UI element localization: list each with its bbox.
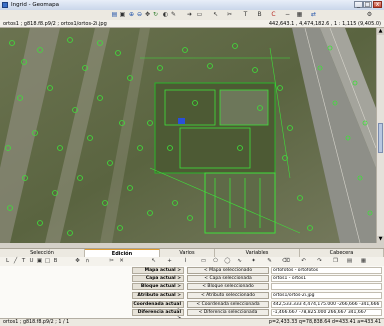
erase-icon[interactable]: ⌫ [282, 258, 290, 265]
delete-icon[interactable]: ✕ [118, 258, 125, 265]
path-bar: ortos1 ; g818.f8.p9/2 ; ortos1/ortos-2i.… [0, 20, 384, 28]
bold-icon[interactable]: B [256, 11, 263, 18]
diferencia-seleccionada-button[interactable]: < Diferencia seleccionada [187, 309, 269, 316]
save-icon[interactable]: ▣ [119, 11, 126, 18]
capa-seleccionada-button[interactable]: < Capa seleccionada [187, 275, 269, 282]
zoom-out-icon[interactable]: ⊖ [136, 11, 143, 18]
line-icon[interactable]: ╱ [12, 258, 19, 265]
text-icon[interactable]: T [242, 11, 249, 18]
atributo-seleccionado-button[interactable]: < Atributo seleccionado [187, 292, 269, 299]
grid-icon[interactable]: ▦ [296, 11, 303, 18]
orthophoto-map[interactable] [0, 28, 376, 243]
mapa-seleccionado-button[interactable]: < Mapa seleccionado [187, 267, 269, 274]
atributo-value-field[interactable]: ortos1/ortos-2i.jpg [271, 292, 382, 299]
redo-icon[interactable]: ↷ [316, 258, 323, 265]
atributo-actual-label[interactable]: Atributo actual > [132, 292, 184, 299]
minus-icon[interactable]: − [284, 11, 291, 18]
scroll-down-icon[interactable]: ▼ [377, 236, 384, 243]
edit-panel: Mapa actual > < Mapa seleccionado ortofo… [0, 266, 384, 321]
close-button[interactable]: x [373, 1, 382, 8]
selected-marker [178, 118, 185, 124]
text-tool-icon[interactable]: T [20, 258, 27, 265]
bloque-value-field[interactable] [271, 283, 382, 290]
rectangle-icon[interactable]: ▭ [200, 258, 207, 265]
row-coordenada: Coordenada actual > < Coordenada selecci… [0, 301, 384, 313]
capa-value-field[interactable]: ortos1 - ortos1 [271, 275, 382, 282]
row-capa: Capa actual > < Capa seleccionada ortos1… [0, 275, 384, 283]
diferencia-value-field[interactable]: -1,466.667 -78,825.000 266,667 341,667 [271, 309, 382, 316]
maximize-button[interactable]: □ [363, 1, 372, 8]
tool-icon[interactable]: ✂ [226, 11, 233, 18]
row-bloque: Bloque actual > < Bloque seleccionado [0, 283, 384, 291]
window-title: Ingrid - Geomapa [11, 2, 59, 8]
scroll-up-icon[interactable]: ▲ [377, 28, 384, 35]
cursor-icon[interactable]: ↖ [212, 11, 219, 18]
mapa-actual-label[interactable]: Mapa actual > [132, 267, 184, 274]
row-atributo: Atributo actual > < Atributo seleccionad… [0, 292, 384, 300]
curve-icon[interactable]: ∿ [236, 258, 243, 265]
undo-icon[interactable]: ↶ [300, 258, 307, 265]
underline-icon[interactable]: U [28, 258, 35, 265]
paste-icon[interactable]: ▤ [346, 258, 353, 265]
pencil-icon[interactable]: ✎ [170, 11, 177, 18]
image-icon[interactable]: ▣ [36, 258, 43, 265]
bold-tool-icon[interactable]: B [52, 258, 59, 265]
vertical-scrollbar[interactable]: ▲ ▼ [376, 28, 384, 243]
mapa-value-field[interactable]: ortofotos - ortofotos [271, 267, 382, 274]
row-diferencia: Diferencia actual > < Diferencia selecci… [0, 309, 384, 321]
scroll-thumb[interactable] [378, 123, 383, 153]
edit-node-icon[interactable]: ✎ [266, 258, 273, 265]
cut-icon[interactable]: ✂ [108, 258, 115, 265]
minimize-button[interactable]: _ [354, 1, 363, 8]
cursor-coordinates: 442,643.1 , 4,474,182.6 , 1 : 1,115 (9,4… [268, 20, 381, 27]
zoom-in-icon[interactable]: ⊕ [128, 11, 135, 18]
coordenada-actual-label[interactable]: Coordenada actual > [132, 301, 184, 313]
coordenada-value-field[interactable]: 442,533.333 4,474,175.000 -266,666 -341,… [271, 301, 382, 308]
status-bar: ortos1 ; g818.f8.p9/2 ; 1 / 1 p=2,433.33… [0, 318, 384, 326]
color-icon[interactable]: C [270, 11, 277, 18]
magnet-icon[interactable]: ∩ [84, 258, 91, 265]
navigation-icon[interactable]: ⇄ [310, 11, 317, 18]
pan-icon[interactable]: ✥ [144, 11, 151, 18]
row-mapa: Mapa actual > < Mapa seleccionado ortofo… [0, 267, 384, 275]
refresh-icon[interactable]: ↻ [152, 11, 159, 18]
open-icon[interactable]: ▤ [111, 11, 118, 18]
ruler-icon[interactable]: ▭ [196, 11, 203, 18]
pointer-icon[interactable]: ↖ [150, 258, 157, 265]
contrast-icon[interactable]: ◐ [162, 11, 169, 18]
polyline-icon[interactable]: ⌇ [182, 258, 189, 265]
box-icon[interactable]: □ [44, 258, 51, 265]
coordenada-seleccionada-button[interactable]: < Coordenada seleccionada [187, 301, 269, 308]
bloque-actual-label[interactable]: Bloque actual > [132, 283, 184, 290]
node-icon[interactable]: ✦ [250, 258, 257, 265]
app-window: Ingrid - Geomapa _ □ x ▤ ▣ ⊕ ⊖ ✥ ↻ ◐ ✎ ➜… [0, 0, 384, 326]
map-view[interactable] [0, 28, 376, 243]
app-icon [2, 2, 8, 8]
settings-icon[interactable]: ⚙ [366, 11, 373, 18]
copy-icon[interactable]: ❐ [332, 258, 339, 265]
status-metrics: p=2,433.33 q=78,838.64 d=433.41 a=433.41 [268, 320, 381, 325]
table-icon[interactable]: ▦ [360, 258, 367, 265]
capa-actual-label[interactable]: Capa actual > [132, 275, 184, 282]
align-left-icon[interactable]: L [4, 258, 11, 265]
circle-icon[interactable]: ◯ [224, 258, 231, 265]
move-icon[interactable]: ✥ [74, 258, 81, 265]
polygon-icon[interactable]: ⬠ [212, 258, 219, 265]
layer-path: ortos1 ; g818.f8.p9/2 ; ortos1/ortos-2i.… [3, 20, 107, 27]
bloque-seleccionado-button[interactable]: < Bloque seleccionado [187, 283, 269, 290]
add-point-icon[interactable]: + [166, 258, 173, 265]
status-layer: ortos1 ; g818.f8.p9/2 ; 1 / 1 [3, 320, 70, 325]
diferencia-actual-label[interactable]: Diferencia actual > [132, 309, 184, 321]
arrow-icon[interactable]: ➜ [186, 11, 193, 18]
